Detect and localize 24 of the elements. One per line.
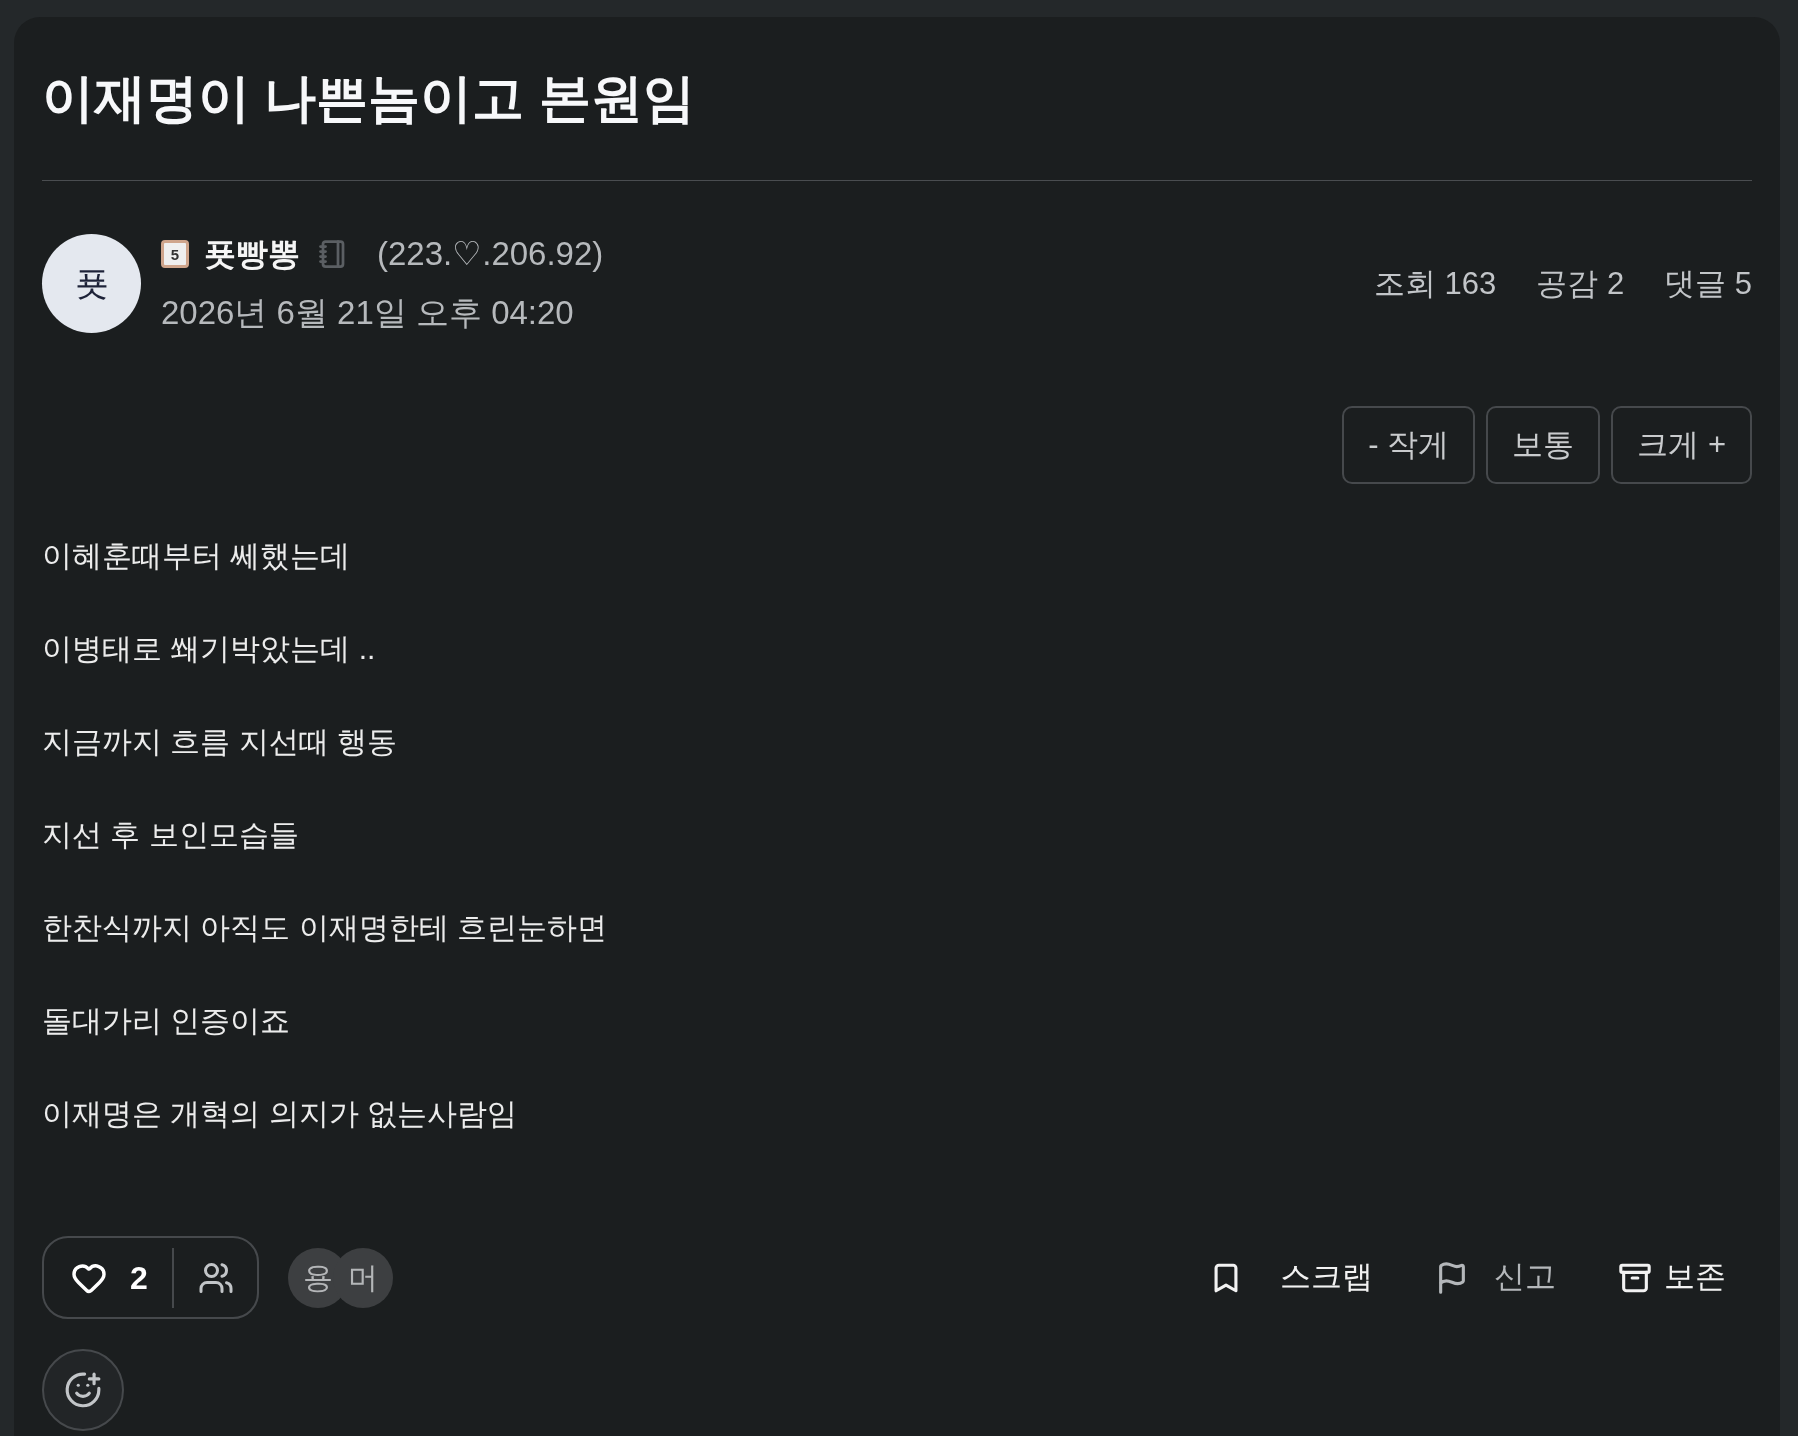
body-paragraph: 이병태로 쐐기박았는데 .. (42, 631, 377, 667)
body-paragraph: 이재명은 개혁의 의지가 없는사람임 (42, 1096, 518, 1132)
post-stat: 공감 2 (1536, 264, 1625, 303)
body-paragraph: 지선 후 보인모습들 (42, 817, 300, 853)
author-name[interactable]: 푯빵뽕 (204, 234, 300, 274)
body-paragraph: 돌대가리 인증이죠 (42, 1003, 292, 1039)
smile-plus-icon (64, 1371, 102, 1409)
level-badge: 5 (161, 240, 189, 268)
body-paragraph: 이혜훈때부터 쎄했는데 (42, 538, 352, 574)
ip-address: (223.♡.206.92) (377, 234, 604, 274)
post-title: 이재명이 나쁜놈이고 본원임 (42, 68, 696, 129)
post-stat: 댓글 5 (1664, 264, 1752, 303)
body-paragraph: 지금까지 흐름 지선때 행동 (42, 724, 398, 760)
body-paragraph: 한찬식까지 아직도 이재명한테 흐린눈하면 (42, 910, 608, 946)
post-date: 2026년 6월 21일 오후 04:20 (161, 293, 575, 333)
post-stat: 조회 163 (1373, 264, 1497, 303)
user-avatar: 푯 (42, 234, 141, 333)
archive-button[interactable]: 보존 (1618, 1254, 1726, 1301)
scrap-button[interactable]: 스크랩 (1209, 1254, 1373, 1301)
like-button[interactable]: 2 (71, 1253, 148, 1302)
font-size-button[interactable]: 크게 + (1611, 406, 1752, 484)
report-button[interactable]: 신고 (1435, 1254, 1556, 1301)
font-size-button[interactable]: 보통 (1486, 406, 1601, 484)
font-size-button[interactable]: - 작게 (1342, 406, 1476, 484)
